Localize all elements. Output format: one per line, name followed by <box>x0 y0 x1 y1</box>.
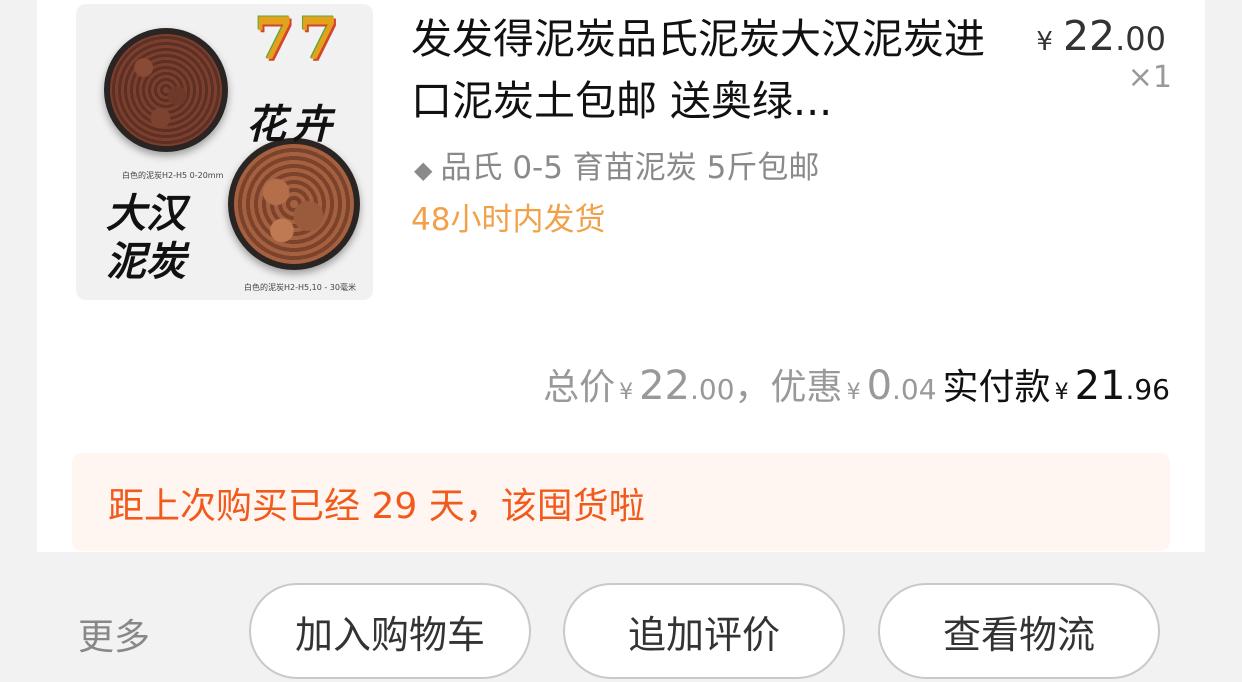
total-currency: ¥ <box>619 380 634 405</box>
image-caption-fine: 白色的泥炭H2-H5 0-20mm <box>122 171 224 180</box>
more-button[interactable]: 更多 <box>78 608 150 660</box>
product-image[interactable]: 77 花卉 大汉泥炭 白色的泥炭H2-H5 0-20mm 白色的泥炭H2-H5,… <box>76 4 373 300</box>
totals-separator: ， <box>734 367 771 408</box>
shipping-promise: 48小时内发货 <box>411 202 606 238</box>
brand-text-dahan-peat: 大汉泥炭 <box>106 191 186 285</box>
peat-bowl-coarse-image <box>228 138 360 270</box>
brand-text-huahui: 花卉 <box>246 102 338 148</box>
sku-text: 品氏 0-5 育苗泥炭 5斤包邮 <box>440 150 820 186</box>
sku-diamond-icon: ◆ <box>414 156 433 184</box>
repurchase-notice[interactable]: 距上次购买已经 29 天，该囤货啦 <box>72 453 1170 551</box>
repurchase-notice-text: 距上次购买已经 29 天，该囤货啦 <box>108 486 645 527</box>
order-totals: 总价 ¥22.00，优惠 ¥0.04 实付款 ¥21.96 <box>543 362 1170 417</box>
discount-currency: ¥ <box>846 380 861 405</box>
discount-decimal: .04 <box>892 373 937 406</box>
unit-price-integer: 22 <box>1062 12 1116 60</box>
unit-price-currency: ¥ <box>1036 27 1053 57</box>
paid-label: 实付款 <box>942 367 1051 408</box>
peat-bowl-fine-image <box>104 28 228 152</box>
total-integer: 22 <box>639 363 690 409</box>
image-caption-coarse: 白色的泥炭H2-H5,10 - 30毫米 <box>244 283 356 292</box>
unit-price-decimal: .00 <box>1115 20 1166 58</box>
sku-spec: ◆ 品氏 0-5 育苗泥炭 5斤包邮 <box>414 142 819 187</box>
discount-label: 优惠 <box>770 367 843 408</box>
paid-currency: ¥ <box>1054 380 1069 405</box>
view-logistics-button[interactable]: 查看物流 <box>878 583 1160 679</box>
total-decimal: .00 <box>690 373 735 406</box>
quantity: ×1 <box>1127 60 1172 95</box>
paid-decimal: .96 <box>1125 373 1170 406</box>
total-label: 总价 <box>543 367 616 408</box>
paid-integer: 21 <box>1074 363 1126 409</box>
brand-logo-77: 77 <box>254 5 343 73</box>
add-review-button[interactable]: 追加评价 <box>563 583 845 679</box>
discount-integer: 0 <box>866 363 893 409</box>
product-title[interactable]: 发发得泥炭品氏泥炭大汉泥炭进口泥炭土包邮 送奥绿... <box>411 8 996 132</box>
add-to-cart-button[interactable]: 加入购物车 <box>249 583 531 679</box>
unit-price: ¥22.00 <box>1036 12 1166 60</box>
